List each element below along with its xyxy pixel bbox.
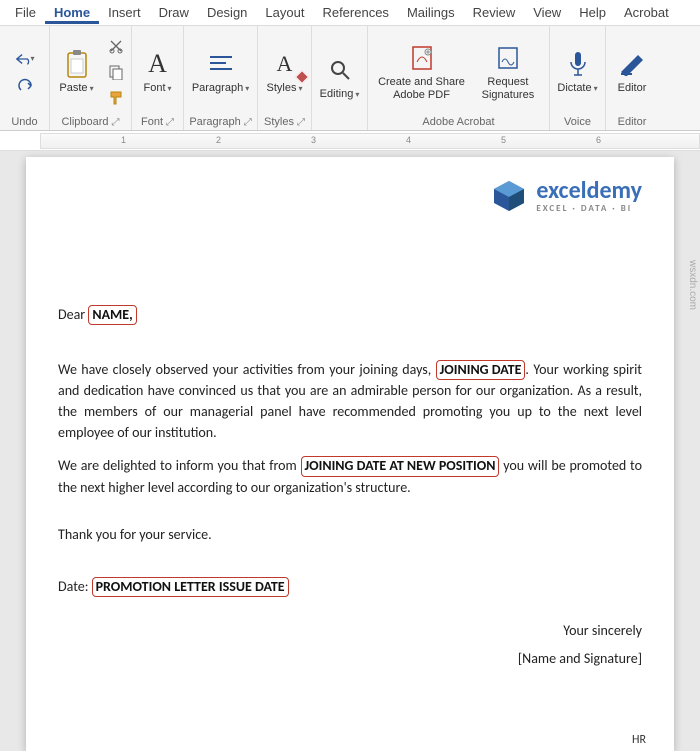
paragraph-launcher-icon[interactable]: ⤢ — [244, 117, 252, 128]
signature-block: Your sincerely [Name and Signature] — [58, 617, 642, 673]
ruler-mark-3: 3 — [311, 135, 316, 145]
p1a-text: We have closely observed your activities… — [58, 361, 436, 378]
date-line: Date: PROMOTION LETTER ISSUE DATE — [58, 577, 642, 597]
ruler[interactable]: 1 2 3 4 5 6 — [0, 131, 700, 151]
signature-placeholder: [Name and Signature] — [58, 645, 642, 673]
group-clipboard: Paste▾ Clipboard ⤢ — [50, 26, 132, 130]
group-voice: Dictate▾ Voice — [550, 26, 606, 130]
paragraph-group-label: Paragraph — [189, 116, 240, 128]
closing-text: Your sincerely — [58, 617, 642, 645]
font-launcher-icon[interactable]: ⤢ — [166, 117, 174, 128]
clipboard-label: Clipboard — [61, 116, 108, 128]
new-position-date-placeholder: JOINING DATE AT NEW POSITION — [301, 456, 500, 476]
styles-launcher-icon[interactable]: ⤢ — [297, 117, 305, 128]
menu-insert[interactable]: Insert — [99, 1, 150, 24]
styles-icon: A — [269, 48, 301, 80]
editing-button[interactable]: Editing▾ — [316, 52, 363, 103]
pdf-icon — [406, 42, 438, 74]
signature-icon — [492, 42, 524, 74]
font-btn-label: Font — [143, 82, 165, 95]
menu-review[interactable]: Review — [464, 1, 525, 24]
paragraph-btn-label: Paragraph — [192, 82, 243, 95]
watermark: wsxdn.com — [687, 260, 698, 310]
styles-btn-label: Styles — [267, 82, 297, 95]
document-area: exceldemy EXCEL · DATA · BI Dear NAME, W… — [0, 151, 700, 751]
font-button[interactable]: A Font▾ — [135, 46, 181, 97]
clipboard-launcher-icon[interactable]: ⤢ — [112, 117, 120, 128]
group-editing: Editing▾ — [312, 26, 368, 130]
editor-button[interactable]: Editor — [609, 46, 655, 97]
ruler-mark-1: 1 — [121, 135, 126, 145]
ruler-mark-2: 2 — [216, 135, 221, 145]
copy-icon[interactable] — [106, 62, 126, 82]
group-adobe: Create and Share Adobe PDF Request Signa… — [368, 26, 550, 130]
hr-text: HR — [632, 733, 646, 747]
editor-btn-label: Editor — [618, 82, 647, 95]
ruler-mark-5: 5 — [501, 135, 506, 145]
clipboard-icon — [61, 48, 93, 80]
joining-date-placeholder: JOINING DATE — [436, 360, 526, 380]
menu-design[interactable]: Design — [198, 1, 256, 24]
menu-home[interactable]: Home — [45, 1, 99, 24]
microphone-icon — [562, 48, 594, 80]
find-icon — [324, 54, 356, 86]
paragraph-2: We are delighted to inform you that from… — [58, 455, 642, 497]
editor-icon — [616, 48, 648, 80]
create-pdf-label: Create and Share Adobe PDF — [378, 76, 465, 101]
menu-bar: File Home Insert Draw Design Layout Refe… — [0, 0, 700, 26]
ribbon: ▾ Undo Paste▾ Clipboard ⤢ A — [0, 26, 700, 131]
name-placeholder: NAME, — [88, 305, 136, 325]
date-label: Date: — [58, 578, 92, 595]
ruler-mark-6: 6 — [596, 135, 601, 145]
adobe-group-label: Adobe Acrobat — [372, 114, 545, 128]
dictate-label: Dictate — [557, 82, 591, 95]
menu-view[interactable]: View — [524, 1, 570, 24]
undo-label: Undo — [4, 114, 45, 128]
format-painter-icon[interactable] — [106, 88, 126, 108]
menu-draw[interactable]: Draw — [150, 1, 198, 24]
logo: exceldemy EXCEL · DATA · BI — [58, 177, 642, 215]
paste-button[interactable]: Paste▾ — [54, 46, 100, 97]
dear-text: Dear — [58, 306, 88, 323]
cut-icon[interactable] — [106, 36, 126, 56]
font-icon: A — [142, 48, 174, 80]
styles-button[interactable]: A Styles▾ — [262, 46, 308, 97]
group-styles: A Styles▾ Styles ⤢ — [258, 26, 312, 130]
request-signatures-button[interactable]: Request Signatures — [473, 40, 543, 103]
editor-group-label: Editor — [610, 114, 654, 128]
dictate-button[interactable]: Dictate▾ — [554, 46, 601, 97]
create-pdf-button[interactable]: Create and Share Adobe PDF — [374, 40, 469, 103]
page[interactable]: exceldemy EXCEL · DATA · BI Dear NAME, W… — [26, 157, 674, 751]
menu-layout[interactable]: Layout — [256, 1, 313, 24]
menu-help[interactable]: Help — [570, 1, 615, 24]
group-editor: Editor Editor — [606, 26, 658, 130]
issue-date-placeholder: PROMOTION LETTER ISSUE DATE — [92, 577, 289, 597]
menu-acrobat[interactable]: Acrobat — [615, 1, 678, 24]
menu-references[interactable]: References — [313, 1, 397, 24]
ruler-mark-4: 4 — [406, 135, 411, 145]
font-group-label: Font — [141, 116, 163, 128]
group-paragraph: Paragraph▾ Paragraph ⤢ — [184, 26, 258, 130]
group-undo: ▾ Undo — [0, 26, 50, 130]
paste-label: Paste — [59, 82, 87, 95]
thanks-line: Thank you for your service. — [58, 526, 642, 543]
p2a-text: We are delighted to inform you that from — [58, 457, 301, 474]
logo-mark-icon — [490, 177, 528, 215]
paragraph-1: We have closely observed your activities… — [58, 359, 642, 443]
greeting-line: Dear NAME, — [58, 305, 642, 325]
paragraph-icon — [205, 48, 237, 80]
group-font: A Font▾ Font ⤢ — [132, 26, 184, 130]
undo-icon[interactable]: ▾ — [15, 49, 35, 69]
paragraph-button[interactable]: Paragraph▾ — [188, 46, 253, 97]
redo-icon[interactable] — [15, 75, 35, 95]
voice-group-label: Voice — [554, 114, 601, 128]
editing-btn-label: Editing — [320, 88, 354, 101]
request-sig-label: Request Signatures — [482, 76, 535, 101]
styles-group-label: Styles — [264, 116, 294, 128]
logo-main-text: exceldemy — [536, 179, 642, 203]
menu-mailings[interactable]: Mailings — [398, 1, 464, 24]
menu-file[interactable]: File — [6, 1, 45, 24]
logo-sub-text: EXCEL · DATA · BI — [536, 203, 642, 214]
